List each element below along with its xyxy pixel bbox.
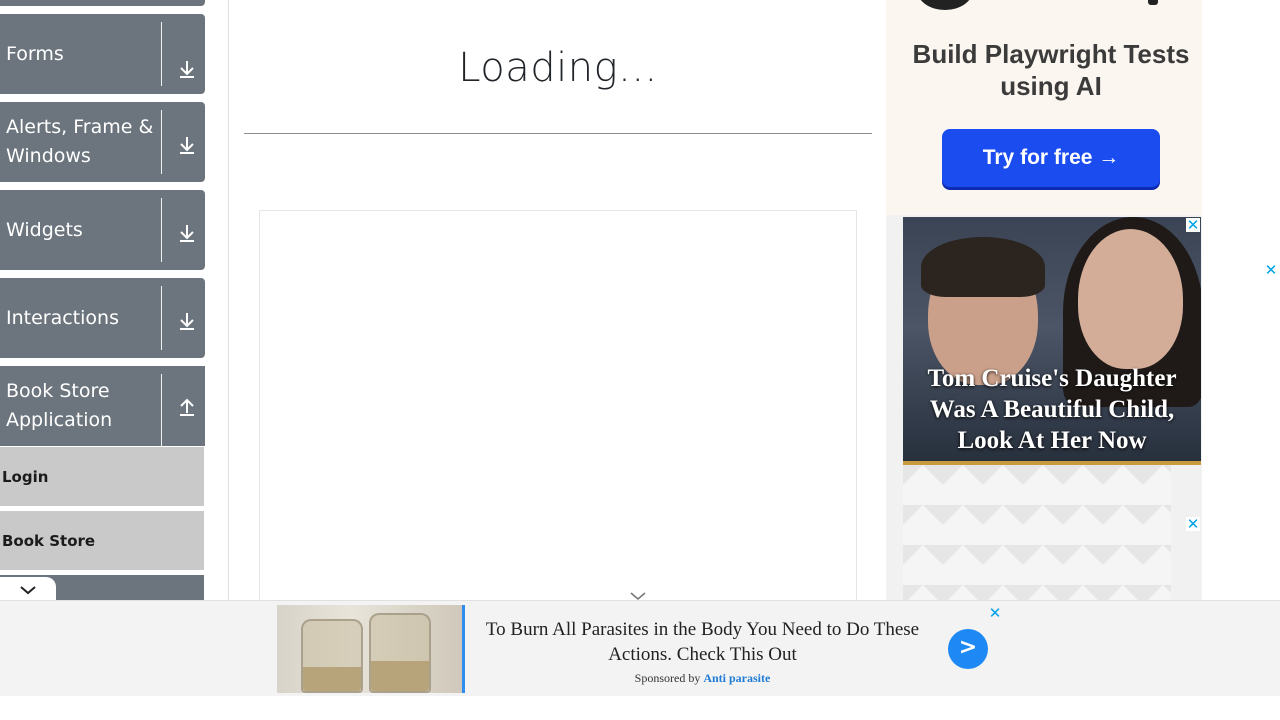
sidebar-item-label: Book Store [2, 532, 96, 550]
ad-news-image[interactable]: Tom Cruise's Daughter Was A Beautiful Ch… [903, 217, 1201, 465]
scroll-tab[interactable] [0, 577, 56, 602]
ad-headline: Build Playwright Tests using AI [912, 39, 1190, 101]
download-arrow-icon [180, 225, 194, 242]
ad-pattern[interactable] [903, 465, 1171, 600]
download-arrow-icon [180, 313, 194, 330]
divider [244, 133, 872, 134]
divider [161, 198, 162, 262]
ad-caption: Tom Cruise's Daughter Was A Beautiful Ch… [927, 365, 1177, 454]
sidebar-group-label: Interactions [6, 306, 119, 329]
ad-text[interactable]: To Burn All Parasites in the Body You Ne… [470, 617, 935, 667]
divider [161, 110, 162, 174]
sidebar-group-widgets[interactable]: Widgets [0, 190, 205, 270]
ad-photo-face [1078, 229, 1183, 369]
upload-arrow-icon [180, 398, 194, 416]
sidebar-group-book-store-application[interactable]: Book Store Application [0, 366, 205, 446]
sponsor-link[interactable]: Anti parasite [703, 671, 770, 685]
close-icon[interactable]: ✕ [1186, 218, 1200, 233]
chevron-down-icon [20, 586, 36, 595]
ad-image[interactable] [277, 605, 465, 693]
ad-photo-hair [921, 237, 1045, 297]
content-panel [259, 210, 857, 612]
close-icon[interactable]: ✕ [1264, 263, 1278, 278]
sidebar-group-forms[interactable]: Forms [0, 14, 205, 94]
sidebar-item-label: Login [2, 468, 49, 486]
jar-image [369, 613, 431, 693]
divider [161, 374, 162, 446]
divider [161, 22, 162, 86]
sponsored-label: Sponsored by [634, 671, 701, 685]
close-icon[interactable]: ✕ [1186, 517, 1200, 532]
ad-sponsor-line: Sponsored by Anti parasite [470, 671, 935, 686]
left-sidebar: Forms Alerts, Frame & Windows Widgets In… [0, 0, 229, 602]
divider [161, 286, 162, 350]
go-arrow-button[interactable]: > [948, 629, 988, 669]
loading-text: Loading... [458, 45, 658, 91]
sidebar-item-book-store[interactable]: Book Store [0, 511, 204, 571]
sidebar-group-label: Forms [6, 42, 64, 65]
download-arrow-icon [180, 137, 194, 154]
sidebar-group-label: Book Store Application [6, 380, 113, 431]
sidebar-group-label: Alerts, Frame & Windows [6, 116, 154, 167]
ad-logo-mark [1148, 0, 1158, 5]
sidebar-group-elements-stub[interactable] [0, 0, 205, 6]
sidebar-item-login[interactable]: Login [0, 447, 204, 507]
jar-image [301, 619, 363, 693]
sidebar-group-alerts-frame-windows[interactable]: Alerts, Frame & Windows [0, 102, 205, 182]
sidebar-group-interactions[interactable]: Interactions [0, 278, 205, 358]
download-arrow-icon [180, 61, 194, 78]
try-for-free-button[interactable]: Try for free → [942, 129, 1160, 187]
close-icon[interactable]: ✕ [988, 606, 1002, 621]
sidebar-group-label: Widgets [6, 218, 83, 241]
